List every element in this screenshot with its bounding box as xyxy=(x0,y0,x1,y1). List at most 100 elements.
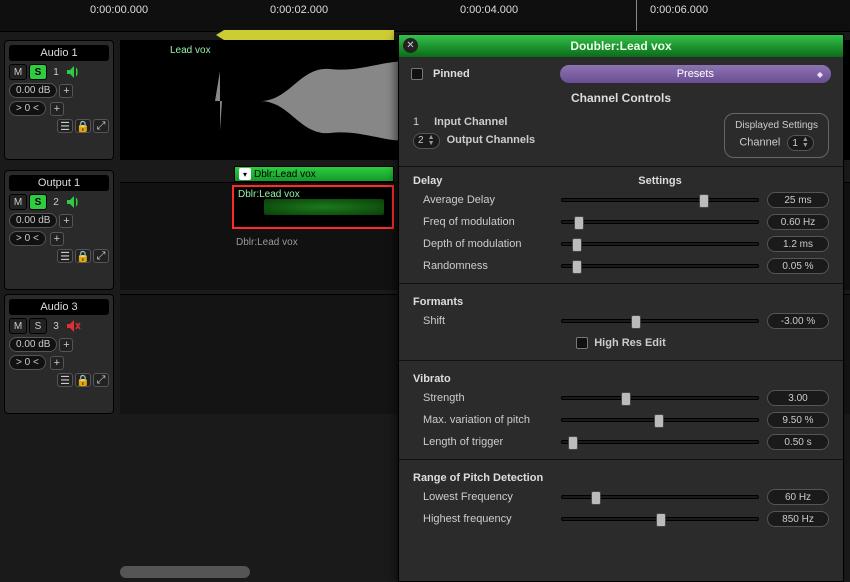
track-header-audio3: Audio 3 M S 3 0.00 dB + > 0 < + ☰ 🔒 ⤢ xyxy=(4,294,114,414)
mute-button[interactable]: M xyxy=(9,64,27,80)
range-title: Range of Pitch Detection xyxy=(413,472,829,484)
displayed-settings-box: Displayed Settings Channel 1 ▲▼ xyxy=(724,113,829,158)
lock-icon[interactable]: 🔒 xyxy=(75,249,91,263)
delay-value-0[interactable]: 25 ms xyxy=(767,192,829,208)
mute-button[interactable]: M xyxy=(9,318,27,334)
vibrato-value-0[interactable]: 3.00 xyxy=(767,390,829,406)
effect-strip[interactable]: ▾ Dblr:Lead vox xyxy=(234,166,394,182)
solo-button[interactable]: S xyxy=(29,64,47,80)
range-slider-0[interactable] xyxy=(561,495,759,499)
lock-icon[interactable]: 🔒 xyxy=(75,373,91,387)
delay-thumb-1[interactable] xyxy=(574,216,584,230)
delay-thumb-2[interactable] xyxy=(572,238,582,252)
add-button-2[interactable]: + xyxy=(50,356,64,370)
add-button[interactable]: + xyxy=(59,338,73,352)
automation-icon[interactable]: ☰ xyxy=(57,119,73,133)
expand-icon[interactable]: ⤢ xyxy=(93,373,109,387)
panel-header[interactable]: ✕ Doubler:Lead vox xyxy=(399,35,843,57)
gain-value[interactable]: 0.00 dB xyxy=(9,83,57,98)
gain-value[interactable]: 0.00 dB xyxy=(9,213,57,228)
pinned-label: Pinned xyxy=(433,68,470,80)
subclip-label-b: Dblr:Lead vox xyxy=(236,237,298,248)
delay-label-1: Freq of modulation xyxy=(413,216,553,228)
tick-3: 0:00:06.000 xyxy=(650,4,708,16)
playhead[interactable] xyxy=(636,0,637,31)
delay-slider-1[interactable] xyxy=(561,220,759,224)
timeline-ruler[interactable]: 0:00:00.000 0:00:02.000 0:00:04.000 0:00… xyxy=(0,0,850,32)
vibrato-value-2[interactable]: 0.50 s xyxy=(767,434,829,450)
pan-value[interactable]: > 0 < xyxy=(9,355,46,370)
tick-0: 0:00:00.000 xyxy=(90,4,148,16)
horizontal-scrollbar[interactable] xyxy=(120,566,250,578)
tick-1: 0:00:02.000 xyxy=(270,4,328,16)
output-channels-stepper[interactable]: 2 ▲▼ xyxy=(413,133,440,149)
range-value-0[interactable]: 60 Hz xyxy=(767,489,829,505)
automation-icon[interactable]: ☰ xyxy=(57,249,73,263)
vibrato-slider-2[interactable] xyxy=(561,440,759,444)
vibrato-slider-1[interactable] xyxy=(561,418,759,422)
range-thumb-1[interactable] xyxy=(656,513,666,527)
pinned-checkbox[interactable] xyxy=(411,68,423,80)
channel-number: 2 xyxy=(49,197,63,208)
displayed-channel-stepper[interactable]: 1 ▲▼ xyxy=(787,135,814,151)
highres-label: High Res Edit xyxy=(594,337,666,349)
speaker-muted-icon[interactable] xyxy=(65,318,81,334)
delay-row-0: Average Delay25 ms xyxy=(413,189,829,211)
vibrato-label-2: Length of trigger xyxy=(413,436,553,448)
highres-checkbox[interactable] xyxy=(576,337,588,349)
add-button[interactable]: + xyxy=(59,214,73,228)
chevron-down-icon[interactable]: ▾ xyxy=(239,168,251,180)
vibrato-label-1: Max. variation of pitch xyxy=(413,414,553,426)
expand-icon[interactable]: ⤢ xyxy=(93,249,109,263)
vibrato-thumb-2[interactable] xyxy=(568,436,578,450)
track-name[interactable]: Output 1 xyxy=(9,175,109,191)
expand-icon[interactable]: ⤢ xyxy=(93,119,109,133)
vibrato-thumb-0[interactable] xyxy=(621,392,631,406)
formants-thumb-0[interactable] xyxy=(631,315,641,329)
track-name[interactable]: Audio 1 xyxy=(9,45,109,61)
channel-number: 3 xyxy=(49,321,63,332)
vibrato-value-1[interactable]: 9.50 % xyxy=(767,412,829,428)
delay-value-3[interactable]: 0.05 % xyxy=(767,258,829,274)
close-icon[interactable]: ✕ xyxy=(403,38,418,53)
automation-icon[interactable]: ☰ xyxy=(57,373,73,387)
displayed-settings-label: Displayed Settings xyxy=(735,120,818,131)
delay-value-2[interactable]: 1.2 ms xyxy=(767,236,829,252)
add-button-2[interactable]: + xyxy=(50,102,64,116)
loop-region[interactable] xyxy=(224,30,394,40)
speaker-icon[interactable] xyxy=(65,194,81,210)
delay-slider-0[interactable] xyxy=(561,198,759,202)
add-button-2[interactable]: + xyxy=(50,232,64,246)
solo-button[interactable]: S xyxy=(29,194,47,210)
lock-icon[interactable]: 🔒 xyxy=(75,119,91,133)
pan-value[interactable]: > 0 < xyxy=(9,231,46,246)
loop-start-icon[interactable] xyxy=(216,30,224,40)
range-slider-1[interactable] xyxy=(561,517,759,521)
pan-value[interactable]: > 0 < xyxy=(9,101,46,116)
delay-thumb-0[interactable] xyxy=(699,194,709,208)
settings-title: Settings xyxy=(553,175,767,187)
range-thumb-0[interactable] xyxy=(591,491,601,505)
vibrato-slider-0[interactable] xyxy=(561,396,759,400)
formants-value-0[interactable]: -3.00 % xyxy=(767,313,829,329)
delay-slider-2[interactable] xyxy=(561,242,759,246)
gain-value[interactable]: 0.00 dB xyxy=(9,337,57,352)
mute-button[interactable]: M xyxy=(9,194,27,210)
formants-slider-0[interactable] xyxy=(561,319,759,323)
channel-controls-title: Channel Controls xyxy=(399,91,843,105)
range-value-1[interactable]: 850 Hz xyxy=(767,511,829,527)
presets-dropdown[interactable]: Presets xyxy=(560,65,831,83)
delay-thumb-3[interactable] xyxy=(572,260,582,274)
channel-number: 1 xyxy=(49,67,63,78)
delay-row-3: Randomness0.05 % xyxy=(413,255,829,277)
speaker-icon[interactable] xyxy=(65,64,81,80)
track-name[interactable]: Audio 3 xyxy=(9,299,109,315)
input-channel-value: 1 xyxy=(413,113,431,131)
add-button[interactable]: + xyxy=(59,84,73,98)
delay-value-1[interactable]: 0.60 Hz xyxy=(767,214,829,230)
solo-button[interactable]: S xyxy=(29,318,47,334)
vibrato-thumb-1[interactable] xyxy=(654,414,664,428)
delay-slider-3[interactable] xyxy=(561,264,759,268)
clip-region-a[interactable]: Dblr:Lead vox xyxy=(232,185,394,229)
vibrato-title: Vibrato xyxy=(413,373,829,385)
